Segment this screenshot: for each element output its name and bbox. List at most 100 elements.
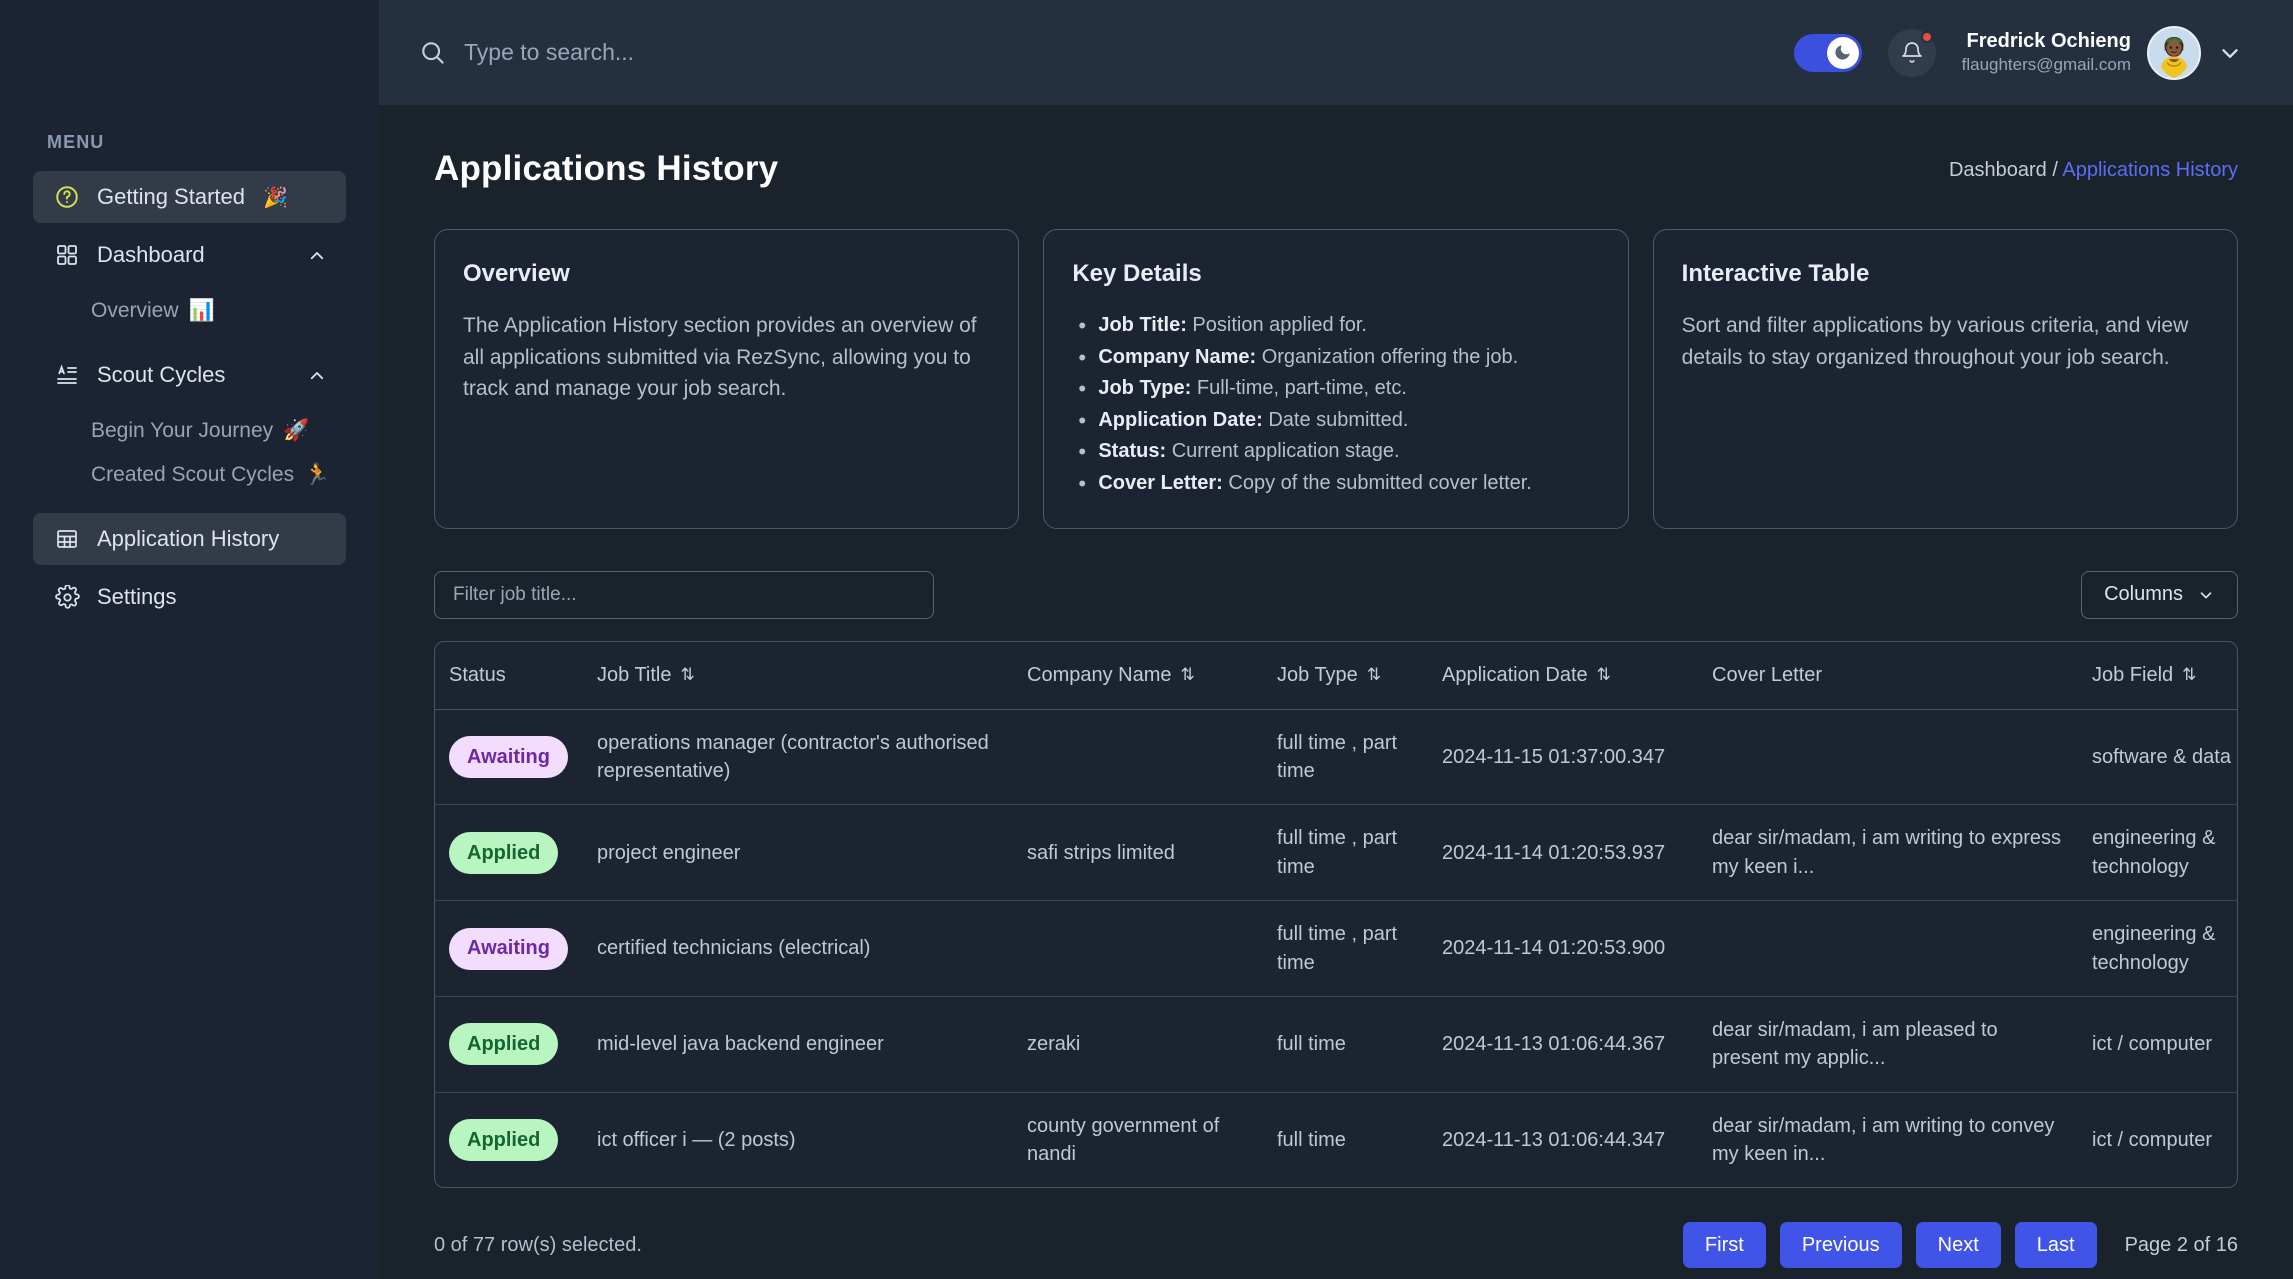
user-menu[interactable]: Fredrick Ochieng flaughters@gmail.com (1962, 25, 2243, 80)
page-header: Applications History Dashboard / Applica… (434, 149, 2238, 189)
breadcrumb-current[interactable]: Applications History (2062, 159, 2238, 181)
runner-emoji: 🏃 (304, 463, 331, 486)
previous-page-button[interactable]: Previous (1779, 1222, 1902, 1269)
card-title: Key Details (1072, 260, 1202, 287)
key-term: Company Name: (1098, 345, 1257, 368)
sidebar-subnav-dashboard: Overview 📊 (33, 289, 346, 333)
column-label: Job Type (1277, 663, 1358, 686)
sidebar-item-settings[interactable]: Settings (33, 571, 346, 623)
table-row[interactable]: Applied project engineer safi strips lim… (435, 804, 2237, 902)
table-header-row: Status Job Title ⇅ Company Name ⇅ Job Type… (435, 641, 2237, 710)
column-label: Job Title (597, 663, 672, 686)
cell-cover-letter: dear sir/madam, i am writing to express … (1698, 804, 2078, 902)
column-header-application-date[interactable]: Application Date ⇅ (1428, 641, 1698, 710)
sidebar-subitem-begin-your-journey[interactable]: Begin Your Journey 🚀 (33, 409, 346, 453)
list-item: Job Type: Full-time, part-time, etc. (1072, 372, 1599, 406)
sort-icon[interactable]: ⇅ (1181, 665, 1195, 685)
table-toolbar: Columns (434, 570, 2238, 619)
search-input[interactable] (464, 39, 884, 66)
sort-icon[interactable]: ⇅ (1367, 665, 1381, 685)
cell-job-title: certified technicians (electrical) (583, 900, 1013, 997)
cell-company: zeraki (1013, 996, 1263, 1093)
party-popper-emoji: 🎉 (262, 186, 288, 209)
cell-job-type: full time (1263, 996, 1428, 1093)
cell-job-title: project engineer (583, 804, 1013, 902)
page-info-label: Page 2 of 16 (2124, 1233, 2238, 1256)
cell-application-date: 2024-11-13 01:06:44.367 (1428, 996, 1698, 1093)
chevron-down-icon (2197, 586, 2215, 604)
list-item: Application Date: Date submitted. (1072, 404, 1599, 438)
sidebar-item-getting-started[interactable]: Getting Started 🎉 (33, 171, 346, 223)
chevron-up-icon[interactable] (308, 247, 324, 263)
cell-application-date: 2024-11-14 01:20:53.937 (1428, 804, 1698, 902)
sidebar-subitem-created-scout-cycles[interactable]: Created Scout Cycles 🏃 (33, 453, 346, 497)
global-search[interactable] (419, 39, 884, 66)
sort-icon[interactable]: ⇅ (1597, 665, 1611, 685)
top-bar-right: Fredrick Ochieng flaughters@gmail.com (1793, 25, 2243, 80)
sidebar-subnav-scout-cycles: Begin Your Journey 🚀 Created Scout Cycle… (33, 409, 346, 497)
cell-cover-letter: dear sir/madam, i am writing to convey m… (1712, 1114, 2055, 1166)
chevron-down-icon[interactable] (2217, 40, 2243, 66)
sidebar-item-dashboard[interactable]: Dashboard (33, 229, 346, 281)
sidebar-item-application-history[interactable]: Application History (33, 513, 346, 565)
card-title: Interactive Table (1681, 260, 1870, 287)
pagination: First Previous Next Last Page 2 of 16 (1682, 1222, 2238, 1269)
cell-cover-letter: dear sir/madam, i am pleased to present … (1698, 996, 2078, 1093)
sort-icon[interactable]: ⇅ (680, 665, 694, 685)
card-body: Sort and filter applications by various … (1681, 314, 2189, 369)
next-page-button[interactable]: Next (1915, 1222, 2001, 1269)
cell-job-field: engineering & technology (2078, 804, 2237, 902)
key-term: Cover Letter: (1098, 471, 1223, 494)
first-page-button[interactable]: First (1682, 1222, 1766, 1269)
table-row[interactable]: Applied ict officer i — (2 posts) county… (435, 1092, 2237, 1187)
cell-application-date: 2024-11-15 01:37:00.347 (1428, 709, 1698, 806)
cell-company (1013, 900, 1263, 997)
main-area: Fredrick Ochieng flaughters@gmail.com (379, 0, 2293, 1279)
cell-job-title: operations manager (contractor's authori… (583, 709, 1013, 806)
moon-icon (1826, 36, 1859, 69)
user-email: flaughters@gmail.com (1961, 55, 2131, 75)
cell-status: Awaiting (435, 709, 583, 806)
sort-icon[interactable]: ⇅ (2182, 665, 2196, 685)
breadcrumb-root[interactable]: Dashboard (1949, 159, 2047, 181)
column-label: Job Field (2092, 663, 2174, 686)
user-info: Fredrick Ochieng flaughters@gmail.com (1962, 28, 2131, 76)
columns-button-label: Columns (2104, 583, 2183, 606)
key-term: Status: (1098, 440, 1167, 463)
card-title: Overview (463, 260, 570, 287)
column-label: Application Date (1442, 663, 1588, 686)
last-page-button[interactable]: Last (2014, 1222, 2097, 1269)
grid-icon (53, 241, 81, 269)
key-details-list: Job Title: Position applied for. Company… (1072, 309, 1599, 501)
table-head: Status Job Title ⇅ Company Name ⇅ Job Type… (435, 641, 2237, 710)
sidebar-item-label: Application History (97, 526, 280, 551)
list-item: Company Name: Organization offering the … (1072, 341, 1599, 375)
column-header-job-field[interactable]: Job Field ⇅ (2078, 641, 2237, 710)
dark-mode-toggle[interactable] (1793, 33, 1862, 72)
cell-company: safi strips limited (1013, 804, 1263, 902)
table-row[interactable]: Awaiting certified technicians (electric… (435, 900, 2237, 997)
key-desc: Full-time, part-time, etc. (1196, 377, 1407, 400)
chevron-up-icon[interactable] (308, 367, 324, 383)
cell-cover-letter (1698, 709, 2078, 806)
bell-icon (1900, 41, 1924, 65)
sidebar-item-scout-cycles[interactable]: Scout Cycles (33, 349, 346, 401)
status-badge: Awaiting (449, 735, 568, 778)
column-label: Company Name (1027, 663, 1172, 686)
card-interactive-table: Interactive Table Sort and filter applic… (1652, 229, 2238, 529)
columns-button[interactable]: Columns (2081, 570, 2238, 619)
filter-job-title-input[interactable] (434, 570, 934, 619)
table-row[interactable]: Awaiting operations manager (contractor'… (435, 709, 2237, 806)
column-header-job-type[interactable]: Job Type ⇅ (1263, 641, 1428, 710)
key-desc: Position applied for. (1192, 314, 1367, 336)
cell-company (1013, 709, 1263, 806)
sidebar-subitem-overview[interactable]: Overview 📊 (33, 289, 346, 333)
column-header-company-name[interactable]: Company Name ⇅ (1013, 641, 1263, 710)
rocket-emoji: 🚀 (283, 419, 310, 442)
notifications-button[interactable] (1887, 28, 1936, 77)
column-header-job-title[interactable]: Job Title ⇅ (583, 641, 1013, 710)
content-area: Applications History Dashboard / Applica… (379, 105, 2293, 1279)
table-row[interactable]: Applied mid-level java backend engineer … (435, 996, 2237, 1093)
page-title: Applications History (434, 149, 779, 188)
info-cards: Overview The Application History section… (434, 229, 2238, 529)
